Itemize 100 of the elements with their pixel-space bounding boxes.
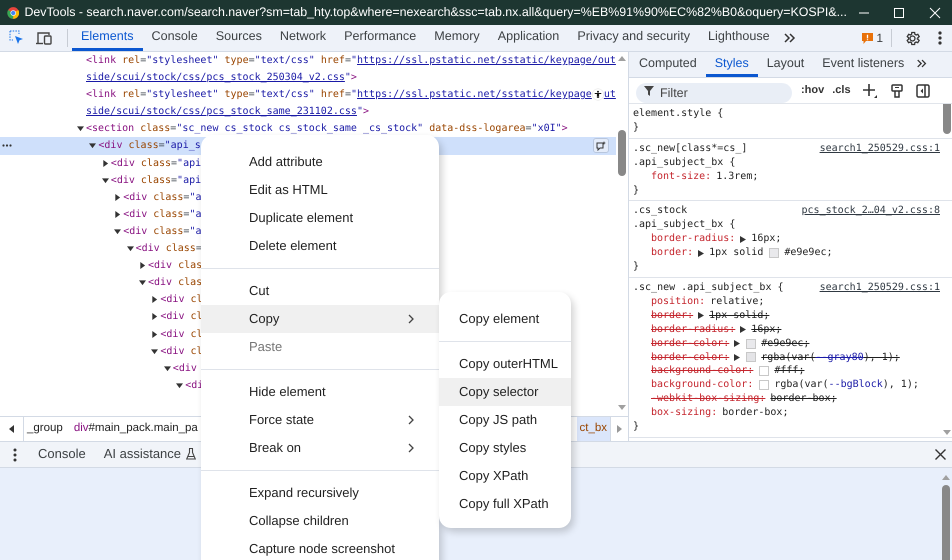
sidebar-tab[interactable]: Event listeners [813,52,914,77]
panel-tab[interactable]: Performance [335,25,426,51]
scrollbar-thumb[interactable] [618,130,626,176]
menu-item[interactable]: Copy XPath [439,462,571,490]
scroll-down-icon[interactable] [943,430,951,435]
node-markup[interactable]: <div [172,360,197,377]
source-link[interactable]: search1_250529.css:1 [820,142,940,156]
scroll-right-icon[interactable] [617,425,622,433]
more-tabs-icon[interactable] [916,58,928,69]
menu-item[interactable]: Expand recursively [201,479,439,507]
triangle-icon[interactable] [164,364,171,372]
panel-tab[interactable]: Privacy and security [568,25,700,51]
chat-sparkle-icon[interactable] [596,140,606,151]
css-declaration[interactable]: border: 1px solid #e9e9ec; [633,246,940,260]
triangle-icon[interactable] [126,245,134,252]
css-declaration[interactable]: border-radius: 16px; [633,232,940,246]
node-markup[interactable]: <di [185,376,204,394]
scroll-up-icon[interactable] [618,56,626,61]
triangle-icon[interactable] [102,176,109,184]
close-icon[interactable] [934,449,946,460]
css-declaration[interactable]: border-color: #e9e9ec; [633,336,940,350]
css-declaration[interactable]: background-color: rgba(var(--bgBlock), 1); [633,378,940,392]
css-declaration[interactable]: font-size: 1.3rem; [633,170,940,184]
sidebar-toggle-icon[interactable] [916,84,930,98]
node-markup[interactable]: <div cl [160,326,203,343]
color-swatch[interactable] [759,380,770,390]
css-declaration[interactable]: border: 1px solid; [633,308,940,323]
accessibility-icon[interactable] [592,88,604,102]
sidebar-tab[interactable]: Layout [758,52,814,77]
menu-item[interactable]: Duplicate element [201,204,439,232]
triangle-icon[interactable] [151,330,158,338]
expand-triangle-icon[interactable] [698,312,704,320]
scrollbar-thumb[interactable] [943,104,951,134]
hover-state-toggle[interactable]: :hov [801,82,824,99]
paint-brush-icon[interactable] [890,84,903,98]
menu-item[interactable]: Force state [201,406,439,434]
triangle-icon[interactable] [151,296,158,304]
expand-triangle-icon[interactable] [698,250,704,257]
ellipsis-icon[interactable] [2,144,12,148]
css-declaration[interactable]: border-radius: 16px; [633,322,940,337]
menu-item[interactable]: Add attribute [201,148,439,176]
panel-tab[interactable]: Application [488,25,568,51]
scroll-left-icon[interactable] [9,425,14,433]
node-markup[interactable]: <div clas [148,257,202,274]
node-markup[interactable]: <link rel="stylesheet" type="text/css" href="https://ssl.pstatic.net/sstatic/keypage/out side/scui/stock/css/pcs_stock_250304_v2.css"> [86,52,616,86]
color-swatch[interactable] [769,248,780,258]
sidebar-tab[interactable]: Computed [630,52,706,77]
node-markup[interactable]: <div class="api_s [98,137,201,155]
css-declaration[interactable]: box-sizing: border-box; [633,406,940,420]
scrollbar-thumb[interactable] [942,485,950,560]
menu-item[interactable]: Copy full XPath [439,490,571,518]
more-options-icon[interactable] [13,448,17,462]
triangle-icon[interactable] [114,228,122,235]
css-declaration[interactable]: position: relative; [633,294,940,309]
menu-item[interactable]: Collapse children [201,507,439,535]
css-declaration[interactable]: border-color: rgba(var(--gray80), 1); [633,350,940,364]
color-swatch[interactable] [746,352,756,362]
menu-item[interactable]: Copy selector [439,378,571,406]
menu-item[interactable]: Hide element [201,378,439,406]
issues-button[interactable]: 1 [862,29,892,47]
node-markup[interactable]: <div clas [148,274,202,292]
source-link[interactable]: search1_250529.css:1 [820,280,940,295]
node-markup[interactable]: <div cl [160,342,203,360]
css-declaration[interactable]: -webkit-box-sizing: border-box; [633,392,940,406]
panel-tab[interactable]: Lighthouse [699,25,779,51]
filter-field[interactable]: Filter [636,82,792,102]
device-toolbar-icon[interactable] [36,30,53,46]
node-markup[interactable]: <section class="sc_new cs_stock cs_stock_same _cs_stock" data-dss-logarea="x0I"> [86,120,568,138]
node-markup[interactable]: <div cl [160,291,203,308]
triangle-icon[interactable] [102,160,109,167]
menu-item[interactable]: Capture node screenshot [201,535,439,560]
color-swatch[interactable] [746,338,756,349]
triangle-icon[interactable] [139,262,146,270]
sidebar-tab[interactable]: Styles [706,52,758,77]
breadcrumb-item[interactable]: ct_bx [576,417,610,441]
node-markup[interactable]: <div class="a [123,188,202,206]
breadcrumb-item[interactable]: div#main_pack.main_pa [70,417,201,441]
menu-item[interactable]: Copy [201,305,439,333]
node-markup[interactable]: <div class="a [123,222,202,240]
panel-tab[interactable]: Memory [425,25,489,51]
triangle-icon[interactable] [89,142,96,150]
css-declaration[interactable]: background-color: #fff; [633,364,940,378]
node-markup[interactable]: <link rel="stylesheet" type="text/css" href="https://ssl.pstatic.net/sstatic/keypage ut side/scui/stock/css/pcs_stock_same_231102.css"> [86,86,616,120]
source-link[interactable]: pcs_stock_2…04_v2.css:8 [802,204,940,218]
triangle-icon[interactable] [114,210,122,218]
menu-item[interactable]: Cut [201,277,439,305]
breadcrumb-item[interactable]: _group [24,417,66,441]
panel-tab[interactable]: Console [142,25,207,51]
node-markup[interactable]: <div class="a [123,206,202,223]
drawer-tab[interactable]: Console [29,442,95,468]
menu-item[interactable]: Copy JS path [439,406,571,434]
node-markup[interactable]: <div class="api [110,172,202,189]
menu-item[interactable]: Copy element [439,305,571,333]
triangle-icon[interactable] [151,348,158,355]
panel-tab[interactable]: Sources [206,25,271,51]
node-markup[interactable]: <div class="api [110,154,202,172]
menu-item[interactable]: Delete element [201,232,439,260]
add-rule-icon[interactable] [862,84,877,98]
ask-ai-button[interactable] [593,138,609,154]
menu-item[interactable]: Copy outerHTML [439,350,571,378]
